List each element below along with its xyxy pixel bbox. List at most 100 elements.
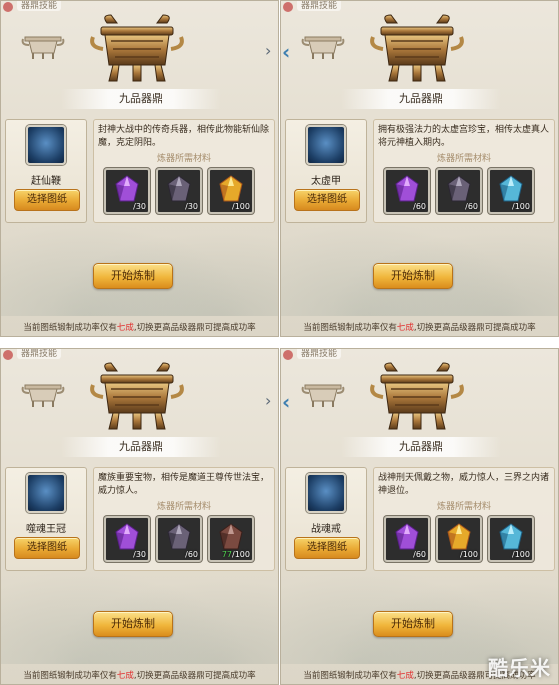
material-slot[interactable]: /60 (384, 516, 430, 562)
purple-crystal-icon (392, 522, 422, 552)
tip-text: 当前图纸锻制成功率仅有 (303, 671, 397, 681)
purple-crystal-icon (112, 522, 142, 552)
material-count: 77/100 (221, 550, 250, 559)
header-seal-icon (3, 2, 13, 12)
header-tag: 器鼎技能 (17, 1, 62, 11)
item-name: 战魂戒 (311, 524, 341, 535)
crafting-panel: 器鼎技能 九品器鼎 赶仙鞭 选择图纸 封神大战中的传奇兵器，相传此物能斩仙除魔，… (0, 0, 279, 337)
crafting-panel: 器鼎技能 九品器鼎 战魂戒 选择图纸 战神刑天佩戴之物，威力惊人，三界之内诸神退… (280, 348, 559, 685)
material-slot[interactable]: /100 (488, 516, 534, 562)
item-description: 魔族重要宝物，相传是魔道王尊传世法宝，威力惊人。 (98, 473, 270, 496)
material-slot[interactable]: /100 (208, 168, 254, 214)
start-crafting-button[interactable]: 开始炼制 (93, 611, 173, 637)
select-blueprint-button[interactable]: 选择图纸 (294, 189, 360, 211)
tip-text: ,切换更高品级器鼎可提高成功率 (133, 323, 256, 333)
cauldron-title: 九品器鼎 (341, 437, 501, 457)
success-rate-tip: 当前图纸锻制成功率仅有七成,切换更高品级器鼎可提高成功率 (1, 669, 278, 681)
select-blueprint-button[interactable]: 选择图纸 (14, 189, 80, 211)
material-count: /60 (185, 550, 198, 559)
material-count: /100 (232, 202, 250, 211)
tip-text: ,切换更高品级器鼎可提高成功率 (133, 671, 256, 681)
material-slot[interactable]: /30 (104, 168, 150, 214)
header-seal-icon (283, 2, 293, 12)
dark-ore-icon (444, 174, 474, 204)
cauldron-icon (369, 13, 465, 85)
material-slot[interactable]: /60 (436, 168, 482, 214)
equipment-icon[interactable] (26, 473, 66, 513)
materials-label: 炼器所需材料 (436, 502, 491, 512)
equipment-icon[interactable] (306, 125, 346, 165)
cauldron-icon (89, 361, 185, 433)
material-count: /60 (413, 550, 426, 559)
golden-crystal-icon (444, 522, 474, 552)
material-count: /60 (413, 202, 426, 211)
materials-label: 炼器所需材料 (156, 502, 211, 512)
crafting-panel: 器鼎技能 九品器鼎 太虚甲 选择图纸 拥有极强法力的太虚宫珍宝，相传太虚真人将元… (280, 0, 559, 337)
header-tag: 器鼎技能 (297, 1, 342, 11)
cauldron-icon (89, 13, 185, 85)
tip-text: ,切换更高品级器鼎可提高成功率 (413, 323, 536, 333)
material-slot[interactable]: /100 (488, 168, 534, 214)
blueprint-card: 赶仙鞭 选择图纸 (5, 119, 87, 223)
material-slot[interactable]: 77/100 (208, 516, 254, 562)
success-rate-tip: 当前图纸锻制成功率仅有七成,切换更高品级器鼎可提高成功率 (281, 321, 558, 333)
header-seal-icon (3, 350, 13, 360)
cauldron-title: 九品器鼎 (61, 437, 221, 457)
small-cauldron-icon[interactable] (301, 31, 345, 61)
prev-arrow-icon[interactable]: ‹ (282, 42, 292, 62)
description-box: 战神刑天佩戴之物，威力惊人，三界之内诸神退位。 炼器所需材料 /60 /100 … (373, 467, 555, 571)
cauldron-title: 九品器鼎 (341, 89, 501, 109)
start-crafting-button[interactable]: 开始炼制 (93, 263, 173, 289)
prev-arrow-icon[interactable]: ‹ (282, 392, 292, 412)
purple-crystal-icon (112, 174, 142, 204)
tip-text: 当前图纸锻制成功率仅有 (23, 323, 117, 333)
select-blueprint-button[interactable]: 选择图纸 (294, 537, 360, 559)
materials-label: 炼器所需材料 (436, 154, 491, 164)
red-ore-icon (216, 522, 246, 552)
item-name: 赶仙鞭 (31, 176, 61, 187)
header-seal-icon (283, 350, 293, 360)
description-box: 魔族重要宝物，相传是魔道王尊传世法宝，威力惊人。 炼器所需材料 /30 /60 … (93, 467, 275, 571)
blue-crystal-icon (496, 174, 526, 204)
material-count: /60 (465, 202, 478, 211)
small-cauldron-icon[interactable] (301, 379, 345, 409)
item-name: 噬魂王冠 (26, 524, 66, 535)
material-slot[interactable]: /100 (436, 516, 482, 562)
header-tag: 器鼎技能 (297, 349, 342, 359)
material-count: /30 (133, 550, 146, 559)
item-name: 太虚甲 (311, 176, 341, 187)
material-slot[interactable]: /60 (384, 168, 430, 214)
tip-text: 当前图纸锻制成功率仅有 (303, 323, 397, 333)
small-cauldron-icon[interactable] (21, 31, 65, 61)
select-blueprint-button[interactable]: 选择图纸 (14, 537, 80, 559)
tip-rate: 七成 (116, 323, 134, 333)
tip-text: 当前图纸锻制成功率仅有 (23, 671, 117, 681)
small-cauldron-icon[interactable] (21, 379, 65, 409)
next-arrow-icon[interactable]: › (265, 393, 273, 409)
material-slot[interactable]: /30 (104, 516, 150, 562)
materials-label: 炼器所需材料 (156, 154, 211, 164)
blueprint-card: 噬魂王冠 选择图纸 (5, 467, 87, 571)
success-rate-tip: 当前图纸锻制成功率仅有七成,切换更高品级器鼎可提高成功率 (1, 321, 278, 333)
blue-crystal-icon (496, 522, 526, 552)
next-arrow-icon[interactable]: › (265, 43, 273, 59)
purple-crystal-icon (392, 174, 422, 204)
start-crafting-button[interactable]: 开始炼制 (373, 263, 453, 289)
description-box: 封神大战中的传奇兵器，相传此物能斩仙除魔，克定阴阳。 炼器所需材料 /30 /3… (93, 119, 275, 223)
material-slot[interactable]: /60 (156, 516, 202, 562)
material-count: /30 (133, 202, 146, 211)
material-have-count: 77 (221, 550, 233, 559)
material-slot[interactable]: /30 (156, 168, 202, 214)
material-count: /100 (460, 550, 478, 559)
item-description: 战神刑天佩戴之物，威力惊人，三界之内诸神退位。 (378, 473, 550, 496)
equipment-icon[interactable] (26, 125, 66, 165)
description-box: 拥有极强法力的太虚宫珍宝，相传太虚真人将元神植入期内。 炼器所需材料 /60 /… (373, 119, 555, 223)
blueprint-card: 战魂戒 选择图纸 (285, 467, 367, 571)
material-count: /100 (512, 550, 530, 559)
equipment-icon[interactable] (306, 473, 346, 513)
item-description: 拥有极强法力的太虚宫珍宝，相传太虚真人将元神植入期内。 (378, 125, 550, 148)
start-crafting-button[interactable]: 开始炼制 (373, 611, 453, 637)
tip-rate: 七成 (396, 323, 414, 333)
cauldron-title: 九品器鼎 (61, 89, 221, 109)
site-watermark: 酷乐米 (488, 656, 551, 680)
